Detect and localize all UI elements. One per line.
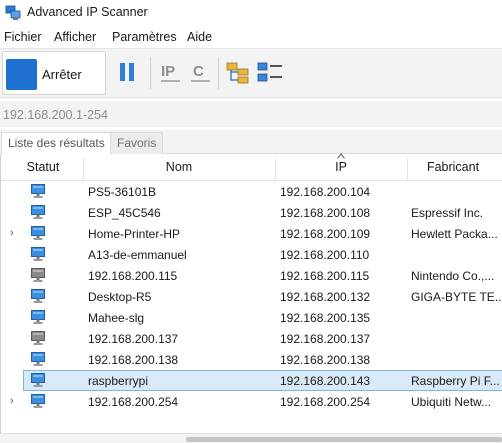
expand-chevron-icon[interactable]: ›	[10, 227, 20, 239]
row-vendor: Raspberry Pi F...	[411, 374, 500, 388]
row-vendor: Nintendo Co.,...	[411, 269, 495, 283]
table-header: Statut Nom IP Fabricant	[1, 153, 502, 181]
table-row[interactable]: 192.168.200.115 192.168.200.115 Nintendo C…	[1, 265, 502, 286]
tab-results-label: Liste des résultats	[8, 136, 105, 150]
svg-text:C: C	[193, 63, 204, 80]
class-c-icon[interactable]: C	[190, 61, 212, 85]
row-vendor: Espressif Inc.	[411, 206, 484, 220]
table-row[interactable]: Mahee-slg 192.168.200.135	[1, 307, 502, 328]
computer-online-icon	[31, 205, 45, 219]
stop-button[interactable]: Arrêter	[2, 51, 106, 95]
row-vendor: Hewlett Packa...	[411, 227, 498, 241]
row-name: 192.168.200.115	[88, 269, 178, 283]
menu-view[interactable]: Afficher	[54, 30, 96, 44]
row-vendor: GIGA-BYTE TE...	[411, 290, 502, 304]
column-ip[interactable]: IP	[275, 160, 407, 176]
row-ip: 192.168.200.138	[280, 353, 371, 367]
computer-online-icon	[31, 352, 45, 366]
computer-online-icon	[31, 184, 45, 198]
row-name: raspberrypi	[88, 374, 149, 388]
row-ip: 192.168.200.135	[280, 311, 371, 325]
window-title: Advanced IP Scanner	[27, 5, 148, 19]
results-table: Statut Nom IP Fabricant PS5-36101B 192.16…	[0, 153, 502, 435]
computer-online-icon	[31, 289, 45, 303]
menu-help[interactable]: Aide	[187, 30, 212, 44]
title-bar: Advanced IP Scanner	[0, 0, 502, 26]
pause-icon[interactable]	[118, 62, 138, 82]
row-name: PS5-36101B	[88, 185, 157, 199]
computer-online-icon	[31, 373, 45, 387]
computer-online-icon	[31, 394, 45, 408]
row-name: Mahee-slg	[88, 311, 145, 325]
row-name: Home-Printer-HP	[88, 227, 181, 241]
svg-text:IP: IP	[161, 63, 175, 80]
tab-favorites[interactable]: Favoris	[110, 132, 164, 154]
row-ip: 192.168.200.254	[280, 395, 371, 409]
row-ip: 192.168.200.132	[280, 290, 371, 304]
column-name[interactable]: Nom	[83, 160, 275, 176]
row-name: ESP_45C546	[88, 206, 161, 220]
column-vendor[interactable]: Fabricant	[407, 160, 499, 176]
tab-strip: Liste des résultats Favoris	[0, 130, 502, 155]
stop-button-label: Arrêter	[42, 67, 82, 82]
tab-favorites-label: Favoris	[117, 136, 157, 150]
toolbar-separator	[218, 57, 219, 89]
computer-offline-icon	[31, 331, 45, 345]
row-name: 192.168.200.254	[88, 395, 179, 409]
menu-bar: Fichier Afficher Paramètres Aide	[0, 27, 502, 49]
ip-range-input[interactable]: 192.168.200.1-254	[3, 108, 108, 122]
table-row[interactable]: raspberrypi 192.168.200.143 Raspberry Pi F…	[1, 370, 502, 391]
table-row[interactable]: 192.168.200.137 192.168.200.137	[1, 328, 502, 349]
table-row[interactable]: PS5-36101B 192.168.200.104	[1, 181, 502, 202]
menu-file[interactable]: Fichier	[4, 30, 42, 44]
stop-icon	[6, 59, 37, 90]
row-ip: 192.168.200.137	[280, 332, 371, 346]
table-row[interactable]: 192.168.200.138 192.168.200.138	[1, 349, 502, 370]
tab-results[interactable]: Liste des résultats	[1, 132, 112, 155]
column-status[interactable]: Statut	[23, 160, 63, 176]
row-name: A13-de-emmanuel	[88, 248, 187, 262]
toolbar: Arrêter IP C	[0, 48, 502, 98]
row-ip: 192.168.200.110	[280, 248, 370, 262]
table-row[interactable]: › 192.168.200.254 192.168.200.254 Ubiquiti …	[1, 391, 502, 412]
app-icon	[5, 5, 21, 20]
expand-chevron-icon[interactable]: ›	[10, 395, 20, 407]
row-ip: 192.168.200.108	[280, 206, 371, 220]
row-name: 192.168.200.138	[88, 353, 179, 367]
menu-settings[interactable]: Paramètres	[112, 30, 177, 44]
computer-offline-icon	[31, 268, 45, 282]
row-ip: 192.168.200.115	[280, 269, 370, 283]
ip-scan-icon[interactable]: IP	[160, 61, 182, 85]
computer-online-icon	[31, 247, 45, 261]
row-ip: 192.168.200.104	[280, 185, 371, 199]
table-row[interactable]: ESP_45C546 192.168.200.108 Espressif Inc.	[1, 202, 502, 223]
table-row[interactable]: Desktop-R5 192.168.200.132 GIGA-BYTE TE...	[1, 286, 502, 307]
row-vendor: Ubiquiti Netw...	[411, 395, 492, 409]
table-row[interactable]: A13-de-emmanuel 192.168.200.110	[1, 244, 502, 265]
row-ip: 192.168.200.109	[280, 227, 371, 241]
row-name: 192.168.200.137	[88, 332, 179, 346]
ip-range-bar: 192.168.200.1-254	[0, 101, 502, 127]
computer-online-icon	[31, 310, 45, 324]
expand-list-icon[interactable]	[256, 61, 284, 85]
sort-ascending-icon	[337, 153, 345, 159]
row-ip: 192.168.200.143	[280, 374, 371, 388]
scrollbar-thumb[interactable]	[186, 437, 502, 442]
computer-online-icon	[31, 226, 45, 240]
network-tree-icon[interactable]	[225, 61, 251, 85]
row-name: Desktop-R5	[88, 290, 152, 304]
horizontal-scrollbar[interactable]	[0, 433, 502, 443]
table-row[interactable]: › Home-Printer-HP 192.168.200.109 Hewlett P…	[1, 223, 502, 244]
toolbar-separator	[150, 57, 151, 89]
